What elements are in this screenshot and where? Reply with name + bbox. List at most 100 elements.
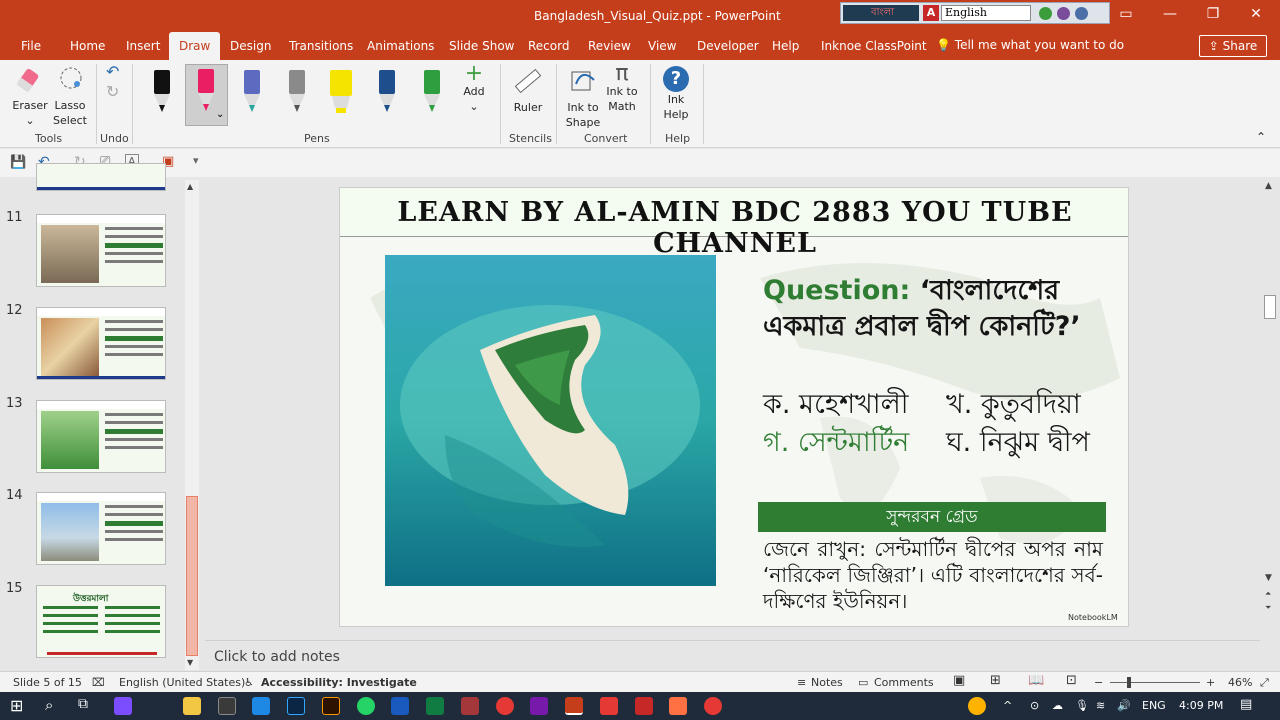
slide-thumbnail-13[interactable]: [36, 400, 166, 473]
ribbon-display-icon[interactable]: ▭: [1116, 6, 1136, 22]
fit-slide-icon[interactable]: ⤢: [1260, 676, 1269, 690]
mail-icon[interactable]: [252, 697, 270, 715]
access-icon[interactable]: [461, 697, 479, 715]
wifi-icon[interactable]: ≋: [1096, 699, 1105, 712]
reading-view-icon[interactable]: 📖: [1028, 673, 1044, 688]
lasso-select-button[interactable]: Lasso Select: [50, 66, 90, 128]
slide-sorter-icon[interactable]: ⊞: [990, 673, 1001, 688]
notifications-icon[interactable]: ▤: [1240, 697, 1252, 712]
pen-green[interactable]: [414, 68, 450, 118]
network-icon[interactable]: ⊙: [1030, 699, 1039, 712]
zoom-slider[interactable]: [1110, 682, 1200, 683]
normal-view-icon[interactable]: ▣: [953, 673, 965, 688]
scroll-thumb[interactable]: [186, 496, 198, 656]
user-icon[interactable]: [1057, 7, 1070, 20]
mic-icon[interactable]: 🎙: [1075, 699, 1089, 712]
excel-icon[interactable]: [426, 697, 444, 715]
tab-insert[interactable]: Insert: [126, 39, 160, 53]
zoom-out-button[interactable]: −: [1094, 676, 1103, 689]
ink-to-shape-button[interactable]: Ink to Shape: [564, 66, 602, 130]
add-pen-button[interactable]: + Add ⌄: [458, 63, 490, 114]
windows-start-icon[interactable]: ⊞: [10, 696, 23, 715]
tab-view[interactable]: View: [648, 39, 676, 53]
ink-to-math-button[interactable]: π Ink to Math: [603, 63, 641, 114]
language-bar[interactable]: বাংলা A English: [840, 2, 1110, 24]
pen-gray[interactable]: [279, 68, 315, 118]
keyboard-a-icon[interactable]: A: [923, 5, 939, 21]
tab-animations[interactable]: Animations: [367, 39, 434, 53]
slide-scrollbar[interactable]: ▲ ▼ ⏶ ⏷: [1262, 177, 1280, 617]
tell-me-search[interactable]: 💡 Tell me what you want to do: [936, 38, 1124, 52]
slide-thumbnail-12[interactable]: [36, 307, 166, 380]
bangla-keyboard-label[interactable]: বাংলা: [843, 5, 919, 21]
notes-pane[interactable]: Click to add notes: [205, 640, 1260, 670]
slideshow-view-icon[interactable]: ⊡: [1066, 673, 1077, 688]
tab-slide-show[interactable]: Slide Show: [449, 39, 514, 53]
settings-icon[interactable]: [1075, 7, 1088, 20]
app-icon[interactable]: [669, 697, 687, 715]
illustrator-icon[interactable]: [322, 697, 340, 715]
previous-slide-icon[interactable]: ⏶: [1265, 589, 1271, 599]
collapse-ribbon-icon[interactable]: ⌃: [1256, 130, 1266, 145]
maximize-button[interactable]: ❐: [1203, 6, 1223, 22]
store-icon[interactable]: [218, 697, 236, 715]
slide-thumbnail-11[interactable]: [36, 214, 166, 287]
word-icon[interactable]: [391, 697, 409, 715]
onenote-icon[interactable]: [530, 697, 548, 715]
zoom-in-button[interactable]: +: [1206, 676, 1215, 689]
slide-thumbnail-14[interactable]: [36, 492, 166, 565]
pdf-reader-icon[interactable]: [635, 697, 653, 715]
undo-icon[interactable]: ↶: [106, 64, 119, 80]
tab-home[interactable]: Home: [70, 39, 105, 53]
tab-developer[interactable]: Developer: [697, 39, 759, 53]
photoshop-icon[interactable]: [287, 697, 305, 715]
chrome-profile-icon[interactable]: [704, 697, 722, 715]
pen-pink-selected[interactable]: ⌄: [185, 64, 228, 126]
search-icon[interactable]: ⌕: [45, 696, 53, 714]
save-icon[interactable]: 💾: [10, 155, 26, 170]
volume-icon[interactable]: 🔊: [1117, 699, 1131, 712]
language-status[interactable]: English (United States): [119, 676, 245, 689]
highlighter-yellow[interactable]: [323, 68, 359, 118]
pen-blue[interactable]: [369, 68, 405, 118]
customize-qat-icon[interactable]: ▾: [193, 154, 199, 167]
notes-placeholder[interactable]: Click to add notes: [214, 649, 340, 665]
close-button[interactable]: ✕: [1246, 6, 1266, 22]
minimize-button[interactable]: —: [1160, 6, 1180, 22]
task-view-icon[interactable]: ⧉: [78, 696, 88, 712]
tab-help[interactable]: Help: [772, 39, 799, 53]
redo-icon[interactable]: ↻: [106, 84, 119, 100]
slide-thumbnail-15[interactable]: উত্তরমালা: [36, 585, 166, 658]
whatsapp-icon[interactable]: [357, 697, 375, 715]
scroll-up-icon[interactable]: ▲: [1265, 181, 1272, 191]
current-slide[interactable]: LEARN BY AL-AMIN BDC 2883 YOU TUBE CHANN…: [339, 187, 1129, 627]
share-button[interactable]: ⇪ Share: [1199, 35, 1267, 57]
tab-transitions[interactable]: Transitions: [289, 39, 353, 53]
zoom-level[interactable]: 46%: [1228, 676, 1252, 689]
tab-classpoint[interactable]: Inknoe ClassPoint: [821, 39, 927, 53]
slide-thumbnail-10[interactable]: [36, 163, 166, 191]
comments-toggle-button[interactable]: Comments: [874, 676, 934, 689]
next-slide-icon[interactable]: ⏷: [1265, 603, 1271, 613]
pen-black[interactable]: [144, 68, 180, 118]
clock[interactable]: 4:09 PM: [1179, 699, 1223, 712]
show-hidden-icons[interactable]: ^: [1003, 699, 1012, 712]
tab-draw[interactable]: Draw: [169, 32, 221, 60]
input-language-select[interactable]: English: [941, 5, 1031, 21]
chrome-icon[interactable]: [496, 697, 514, 715]
input-language-indicator[interactable]: ENG: [1142, 699, 1166, 712]
recorder-icon[interactable]: [600, 697, 618, 715]
spelling-icon[interactable]: ⌧: [92, 676, 105, 689]
tab-design[interactable]: Design: [230, 39, 271, 53]
zoom-slider-thumb[interactable]: [1127, 677, 1131, 688]
scroll-up-icon[interactable]: ▲: [187, 182, 193, 191]
notes-toggle-button[interactable]: Notes: [811, 676, 843, 689]
cloud-icon[interactable]: ☁: [1052, 699, 1063, 712]
weather-icon[interactable]: [968, 697, 986, 715]
tab-file[interactable]: File: [21, 39, 41, 53]
ink-help-button[interactable]: ? Ink Help: [658, 66, 694, 122]
accessibility-status[interactable]: Accessibility: Investigate: [261, 676, 417, 689]
file-explorer-icon[interactable]: [183, 697, 201, 715]
scroll-down-icon[interactable]: ▼: [1265, 573, 1272, 583]
scroll-down-icon[interactable]: ▼: [187, 658, 193, 667]
